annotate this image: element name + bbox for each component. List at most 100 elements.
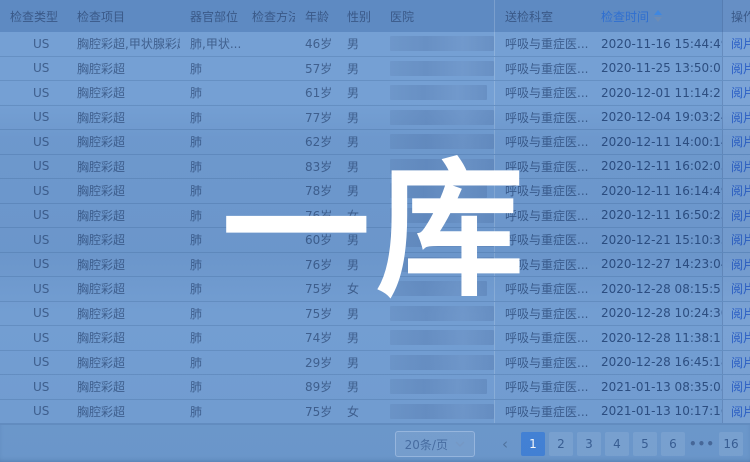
cell-exam-time: 2020-12-11 16:14:49 <box>595 179 722 203</box>
cell-actions: 阅片 <box>722 326 750 350</box>
cell-exam-method <box>242 155 295 179</box>
cell-exam-time: 2020-12-28 08:15:51 <box>595 277 722 301</box>
column-header-exam-time[interactable]: 检查时间 <box>595 8 722 25</box>
redacted-hospital-block <box>390 110 494 125</box>
cell-exam-type: US <box>0 130 67 154</box>
cell-exam-method <box>242 57 295 81</box>
view-film-link[interactable]: 阅片 <box>731 354 750 371</box>
cell-exam-method <box>242 81 295 105</box>
cell-actions: 阅片 <box>722 179 750 203</box>
cell-hospital <box>380 400 495 424</box>
view-film-link[interactable]: 阅片 <box>731 158 750 175</box>
view-film-link[interactable]: 阅片 <box>731 256 750 273</box>
cell-department: 呼吸与重症医... <box>495 326 595 350</box>
cell-exam-item: 胸腔彩超 <box>67 351 180 375</box>
cell-exam-type: US <box>0 228 67 252</box>
view-film-link[interactable]: 阅片 <box>731 280 750 297</box>
cell-exam-type: US <box>0 351 67 375</box>
view-film-link[interactable]: 阅片 <box>731 403 750 420</box>
cell-exam-item: 胸腔彩超 <box>67 375 180 399</box>
cell-gender: 女 <box>337 204 380 228</box>
redacted-hospital-block <box>390 355 494 370</box>
cell-actions: 阅片 <box>722 106 750 130</box>
cell-hospital <box>380 277 495 301</box>
prev-page-button[interactable]: ‹ <box>493 432 517 456</box>
view-film-link[interactable]: 阅片 <box>731 133 750 150</box>
cell-organ-site: 肺 <box>180 81 242 105</box>
page-button-3[interactable]: 3 <box>577 432 601 456</box>
cell-exam-time: 2020-11-16 15:44:49 <box>595 32 722 56</box>
table-body: US 胸腔彩超,甲状腺彩超 肺,甲状... 46岁 男 呼吸与重症医... 20… <box>0 32 750 424</box>
view-film-link[interactable]: 阅片 <box>731 305 750 322</box>
table-row: US 胸腔彩超 肺 78岁 男 呼吸与重症医... 2020-12-11 16:… <box>0 179 750 204</box>
cell-department: 呼吸与重症医... <box>495 32 595 56</box>
view-film-link[interactable]: 阅片 <box>731 207 750 224</box>
table-row: US 胸腔彩超 肺 29岁 男 呼吸与重症医... 2020-12-28 16:… <box>0 351 750 376</box>
cell-exam-item: 胸腔彩超,甲状腺彩超 <box>67 32 180 56</box>
view-film-link[interactable]: 阅片 <box>731 182 750 199</box>
cell-exam-type: US <box>0 81 67 105</box>
view-film-link[interactable]: 阅片 <box>731 35 750 52</box>
column-header-department: 送检科室 <box>495 8 595 25</box>
cell-age: 75岁 <box>295 400 337 424</box>
cell-exam-type: US <box>0 277 67 301</box>
cell-exam-item: 胸腔彩超 <box>67 179 180 203</box>
cell-exam-item: 胸腔彩超 <box>67 400 180 424</box>
sort-desc-icon[interactable] <box>654 17 662 22</box>
redacted-hospital-block <box>390 404 494 419</box>
redacted-hospital-block <box>390 257 494 272</box>
cell-exam-item: 胸腔彩超 <box>67 228 180 252</box>
cell-organ-site: 肺 <box>180 277 242 301</box>
redacted-hospital-block <box>390 330 494 345</box>
page-button-6[interactable]: 6 <box>661 432 685 456</box>
cell-organ-site: 肺 <box>180 179 242 203</box>
chevron-down-icon <box>455 441 465 447</box>
cell-exam-time: 2021-01-13 08:35:05 <box>595 375 722 399</box>
page-button-5[interactable]: 5 <box>633 432 657 456</box>
cell-age: 75岁 <box>295 302 337 326</box>
page-button-16[interactable]: 16 <box>719 432 743 456</box>
page-size-select[interactable]: 20条/页 <box>395 431 475 457</box>
page-button-4[interactable]: 4 <box>605 432 629 456</box>
cell-exam-time: 2020-12-28 10:24:30 <box>595 302 722 326</box>
cell-department: 呼吸与重症医... <box>495 130 595 154</box>
cell-exam-item: 胸腔彩超 <box>67 81 180 105</box>
view-film-link[interactable]: 阅片 <box>731 109 750 126</box>
cell-exam-item: 胸腔彩超 <box>67 106 180 130</box>
cell-exam-method <box>242 375 295 399</box>
view-film-link[interactable]: 阅片 <box>731 378 750 395</box>
view-film-link[interactable]: 阅片 <box>731 329 750 346</box>
cell-actions: 阅片 <box>722 228 750 252</box>
cell-exam-method <box>242 302 295 326</box>
cell-exam-method <box>242 277 295 301</box>
redacted-hospital-block <box>390 85 487 100</box>
cell-exam-time: 2020-12-11 14:00:14 <box>595 130 722 154</box>
cell-department: 呼吸与重症医... <box>495 277 595 301</box>
cell-exam-item: 胸腔彩超 <box>67 326 180 350</box>
view-film-link[interactable]: 阅片 <box>731 60 750 77</box>
cell-exam-type: US <box>0 155 67 179</box>
cell-exam-time: 2020-12-21 15:10:33 <box>595 228 722 252</box>
cell-exam-type: US <box>0 400 67 424</box>
view-film-link[interactable]: 阅片 <box>731 84 750 101</box>
cell-organ-site: 肺 <box>180 228 242 252</box>
cell-hospital <box>380 253 495 277</box>
cell-department: 呼吸与重症医... <box>495 155 595 179</box>
sort-asc-icon[interactable] <box>654 10 662 15</box>
cell-exam-type: US <box>0 204 67 228</box>
page-button-1[interactable]: 1 <box>521 432 545 456</box>
cell-hospital <box>380 106 495 130</box>
cell-organ-site: 肺 <box>180 253 242 277</box>
cell-exam-type: US <box>0 32 67 56</box>
page-ellipsis[interactable]: ••• <box>689 432 715 456</box>
view-film-link[interactable]: 阅片 <box>731 231 750 248</box>
redacted-hospital-block <box>390 183 487 198</box>
cell-exam-item: 胸腔彩超 <box>67 204 180 228</box>
page-button-2[interactable]: 2 <box>549 432 573 456</box>
cell-exam-item: 胸腔彩超 <box>67 130 180 154</box>
exam-list-screen: 检查类型 检查项目 器官部位 检查方法 年龄 性别 医院 送检科室 检查时间 操… <box>0 0 750 462</box>
cell-hospital <box>380 326 495 350</box>
sort-caret-group[interactable] <box>654 10 662 22</box>
cell-exam-method <box>242 228 295 252</box>
cell-organ-site: 肺 <box>180 302 242 326</box>
